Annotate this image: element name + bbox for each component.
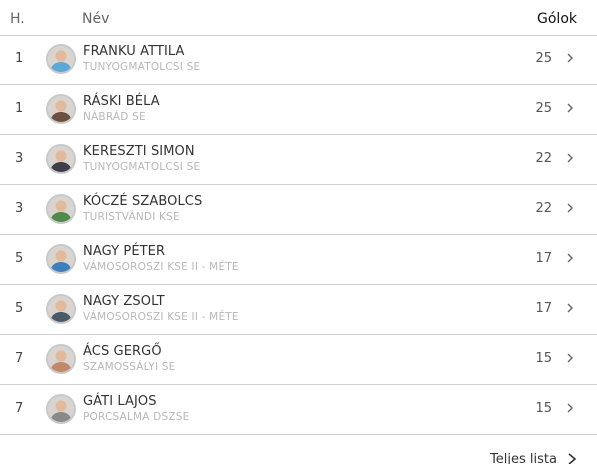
- table-row[interactable]: 1 RÁSKI BÉLA NÁBRÁD SE 25: [0, 85, 597, 135]
- player-club: TURISTVÁNDI KSE: [83, 211, 180, 223]
- player-club: PORCSALMA DSZSE: [83, 411, 190, 423]
- player-club: VÁMOSOROSZI KSE II - MÉTE: [83, 261, 239, 273]
- player-name: ÁCS GERGŐ: [83, 344, 162, 359]
- table-row[interactable]: 5 NAGY PÉTER VÁMOSOROSZI KSE II - MÉTE 17: [0, 235, 597, 285]
- player-name: FRANKU ATTILA: [83, 44, 185, 59]
- person-icon: [48, 46, 74, 72]
- table-row[interactable]: 3 KÓCZÉ SZABOLCS TURISTVÁNDI KSE 22: [0, 185, 597, 235]
- rank-column-header: H.: [10, 11, 25, 27]
- player-rank: 5: [15, 301, 24, 316]
- person-icon: [48, 196, 74, 222]
- player-goals: 25: [535, 101, 552, 116]
- player-rank: 1: [15, 101, 24, 116]
- player-club: VÁMOSOROSZI KSE II - MÉTE: [83, 311, 239, 323]
- player-goals: 22: [535, 151, 552, 166]
- player-avatar: [46, 44, 76, 74]
- chevron-right-icon: [567, 203, 573, 213]
- player-goals: 17: [535, 301, 552, 316]
- player-goals: 22: [535, 201, 552, 216]
- player-name: KERESZTI SIMON: [83, 144, 195, 159]
- player-rank: 1: [15, 51, 24, 66]
- chevron-right-icon: [567, 103, 573, 113]
- player-avatar: [46, 344, 76, 374]
- chevron-right-icon: [567, 303, 573, 313]
- player-rank: 7: [15, 401, 24, 416]
- player-avatar: [46, 144, 76, 174]
- person-icon: [48, 396, 74, 422]
- player-goals: 15: [535, 401, 552, 416]
- player-goals: 17: [535, 251, 552, 266]
- player-name: NAGY PÉTER: [83, 244, 166, 259]
- chevron-right-icon: [567, 403, 573, 413]
- person-icon: [48, 96, 74, 122]
- player-rank: 5: [15, 251, 24, 266]
- person-icon: [48, 146, 74, 172]
- table-row[interactable]: 7 ÁCS GERGŐ SZAMOSSÁLYI SE 15: [0, 335, 597, 385]
- player-club: NÁBRÁD SE: [83, 111, 146, 123]
- player-rank: 3: [15, 201, 24, 216]
- table-row[interactable]: 1 FRANKU ATTILA TUNYOGMATOLCSI SE 25: [0, 35, 597, 85]
- table-row[interactable]: 7 GÁTI LAJOS PORCSALMA DSZSE 15: [0, 385, 597, 435]
- person-icon: [48, 246, 74, 272]
- player-goals: 25: [535, 51, 552, 66]
- full-list-link[interactable]: Teljes lista: [490, 449, 577, 464]
- chevron-right-icon: [567, 353, 573, 363]
- chevron-right-icon: [568, 453, 577, 464]
- player-name: KÓCZÉ SZABOLCS: [83, 194, 203, 209]
- player-club: TUNYOGMATOLCSI SE: [83, 161, 201, 173]
- player-name: RÁSKI BÉLA: [83, 94, 160, 109]
- chevron-right-icon: [567, 153, 573, 163]
- table-header: H. Név Gólok: [0, 0, 597, 36]
- chevron-right-icon: [567, 53, 573, 63]
- player-avatar: [46, 194, 76, 224]
- player-club: TUNYOGMATOLCSI SE: [83, 61, 201, 73]
- player-avatar: [46, 294, 76, 324]
- full-list-label: Teljes lista: [490, 451, 557, 464]
- player-club: SZAMOSSÁLYI SE: [83, 361, 176, 373]
- player-name: NAGY ZSOLT: [83, 294, 165, 309]
- player-avatar: [46, 244, 76, 274]
- goals-column-header: Gólok: [537, 11, 577, 27]
- person-icon: [48, 296, 74, 322]
- player-avatar: [46, 94, 76, 124]
- player-goals: 15: [535, 351, 552, 366]
- table-row[interactable]: 5 NAGY ZSOLT VÁMOSOROSZI KSE II - MÉTE 17: [0, 285, 597, 335]
- player-rank: 3: [15, 151, 24, 166]
- player-name: GÁTI LAJOS: [83, 394, 157, 409]
- person-icon: [48, 346, 74, 372]
- name-column-header: Név: [82, 11, 110, 27]
- player-rank: 7: [15, 351, 24, 366]
- table-row[interactable]: 3 KERESZTI SIMON TUNYOGMATOLCSI SE 22: [0, 135, 597, 185]
- player-avatar: [46, 394, 76, 424]
- chevron-right-icon: [567, 253, 573, 263]
